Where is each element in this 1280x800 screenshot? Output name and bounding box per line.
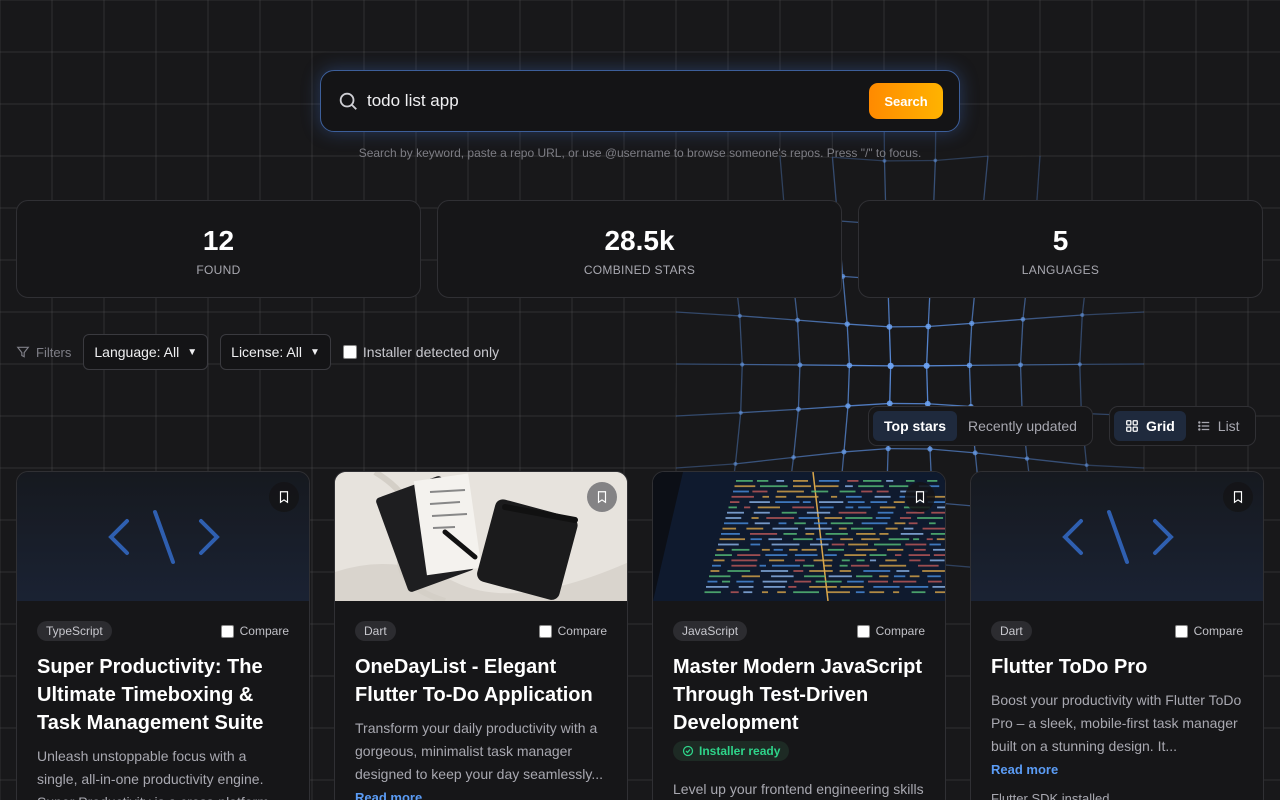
installer-checkbox-label: Installer detected only: [362, 344, 500, 360]
sort-top-stars[interactable]: Top stars: [873, 411, 957, 441]
installer-ready-label: Installer ready: [699, 744, 781, 758]
search-bar: Search: [320, 70, 960, 132]
notebook-photo: [335, 472, 627, 601]
repo-card[interactable]: Dart Compare Flutter ToDo Pro Boost your…: [970, 471, 1264, 800]
sort-toggle: Top stars Recently updated: [868, 406, 1093, 446]
card-description: Level up your frontend engineering skill…: [673, 781, 924, 797]
card-title[interactable]: Super Productivity: The Ultimate Timebox…: [37, 653, 289, 737]
read-more-link[interactable]: Read more: [355, 790, 607, 800]
compare-toggle[interactable]: Compare: [1174, 624, 1243, 638]
license-select-value: License: All: [231, 344, 302, 360]
repo-card[interactable]: Dart Compare OneDayList - Elegant Flutte…: [334, 471, 628, 800]
compare-checkbox[interactable]: [538, 624, 552, 638]
card-title[interactable]: Master Modern JavaScript Through Test-Dr…: [673, 653, 925, 737]
installer-filter[interactable]: Installer detected only: [342, 344, 500, 360]
filters-label: Filters: [16, 345, 71, 360]
view-list-label: List: [1217, 418, 1240, 434]
stat-label: COMBINED STARS: [583, 263, 696, 277]
stat-label: FOUND: [196, 263, 241, 277]
stat-value: 5: [1052, 225, 1069, 256]
stat-languages: 5 LANGUAGES: [858, 200, 1263, 298]
stat-value: 12: [202, 225, 235, 256]
code-placeholder-thumbnail: [971, 472, 1263, 601]
stat-value: 28.5k: [604, 225, 675, 256]
view-list-button[interactable]: List: [1186, 411, 1251, 441]
code-screen-photo: [653, 472, 945, 601]
chevron-down-icon: ▼: [187, 346, 198, 358]
code-icon: [1062, 510, 1174, 564]
compare-label: Compare: [239, 624, 289, 638]
bookmark-button[interactable]: [587, 482, 617, 512]
bookmark-icon: [915, 491, 925, 504]
language-badge: Dart: [355, 621, 396, 641]
compare-toggle[interactable]: Compare: [856, 624, 925, 638]
compare-checkbox[interactable]: [1174, 624, 1188, 638]
bookmark-icon: [279, 491, 289, 504]
bookmark-icon: [1233, 491, 1243, 504]
card-title[interactable]: Flutter ToDo Pro: [991, 653, 1243, 681]
search-hint: Search by keyword, paste a repo URL, or …: [358, 146, 922, 160]
view-grid-label: Grid: [1146, 418, 1175, 434]
check-circle-icon: [682, 745, 694, 757]
code-screen-photo-thumbnail: [653, 472, 945, 601]
compare-label: Compare: [557, 624, 607, 638]
code-placeholder-thumbnail: [17, 472, 309, 601]
filter-bar: Filters Language: All ▼ License: All ▼ I…: [16, 334, 499, 370]
repo-card[interactable]: JavaScript Compare Master Modern JavaScr…: [652, 471, 946, 800]
compare-checkbox[interactable]: [856, 624, 870, 638]
filters-label-text: Filters: [36, 344, 72, 360]
search-icon: [339, 92, 357, 110]
repo-card[interactable]: TypeScript Compare Super Productivity: T…: [16, 471, 310, 800]
search-input[interactable]: [367, 91, 869, 111]
card-description: Transform your daily productivity with a…: [355, 720, 603, 782]
compare-label: Compare: [1193, 624, 1243, 638]
list-icon: [1197, 421, 1210, 431]
language-badge: TypeScript: [37, 621, 112, 641]
compare-label: Compare: [875, 624, 925, 638]
license-select[interactable]: License: All ▼: [220, 334, 331, 370]
installer-checkbox[interactable]: [342, 345, 357, 359]
sort-recently-updated[interactable]: Recently updated: [957, 411, 1088, 441]
compare-toggle[interactable]: Compare: [220, 624, 289, 638]
stat-found: 12 FOUND: [16, 200, 421, 298]
bookmark-button[interactable]: [905, 482, 935, 512]
chevron-down-icon: ▼: [309, 346, 320, 358]
language-badge: JavaScript: [673, 621, 748, 641]
installer-note: Flutter SDK installed: [991, 791, 1110, 800]
language-select-value: Language: All: [94, 344, 180, 360]
card-description: Boost your productivity with Flutter ToD…: [991, 692, 1242, 754]
compare-checkbox[interactable]: [220, 624, 234, 638]
grid-icon: [1126, 420, 1138, 432]
notebook-photo-thumbnail: [335, 472, 627, 601]
compare-toggle[interactable]: Compare: [538, 624, 607, 638]
filter-icon: [16, 346, 30, 358]
read-more-link[interactable]: Read more: [991, 762, 1243, 777]
search-button[interactable]: Search: [869, 83, 943, 119]
card-description: Unleash unstoppable focus with a single,…: [37, 748, 269, 800]
view-toggle: Grid List: [1109, 406, 1256, 446]
bookmark-icon: [597, 491, 607, 504]
bookmark-button[interactable]: [269, 482, 299, 512]
view-grid-button[interactable]: Grid: [1114, 411, 1186, 441]
card-title[interactable]: OneDayList - Elegant Flutter To-Do Appli…: [355, 653, 607, 709]
language-badge: Dart: [991, 621, 1032, 641]
stat-label: LANGUAGES: [1021, 263, 1100, 277]
language-select[interactable]: Language: All ▼: [83, 334, 209, 370]
code-icon: [108, 510, 220, 564]
installer-ready-badge: Installer ready: [673, 741, 790, 761]
stat-combined-stars: 28.5k COMBINED STARS: [437, 200, 842, 298]
bookmark-button[interactable]: [1223, 482, 1253, 512]
